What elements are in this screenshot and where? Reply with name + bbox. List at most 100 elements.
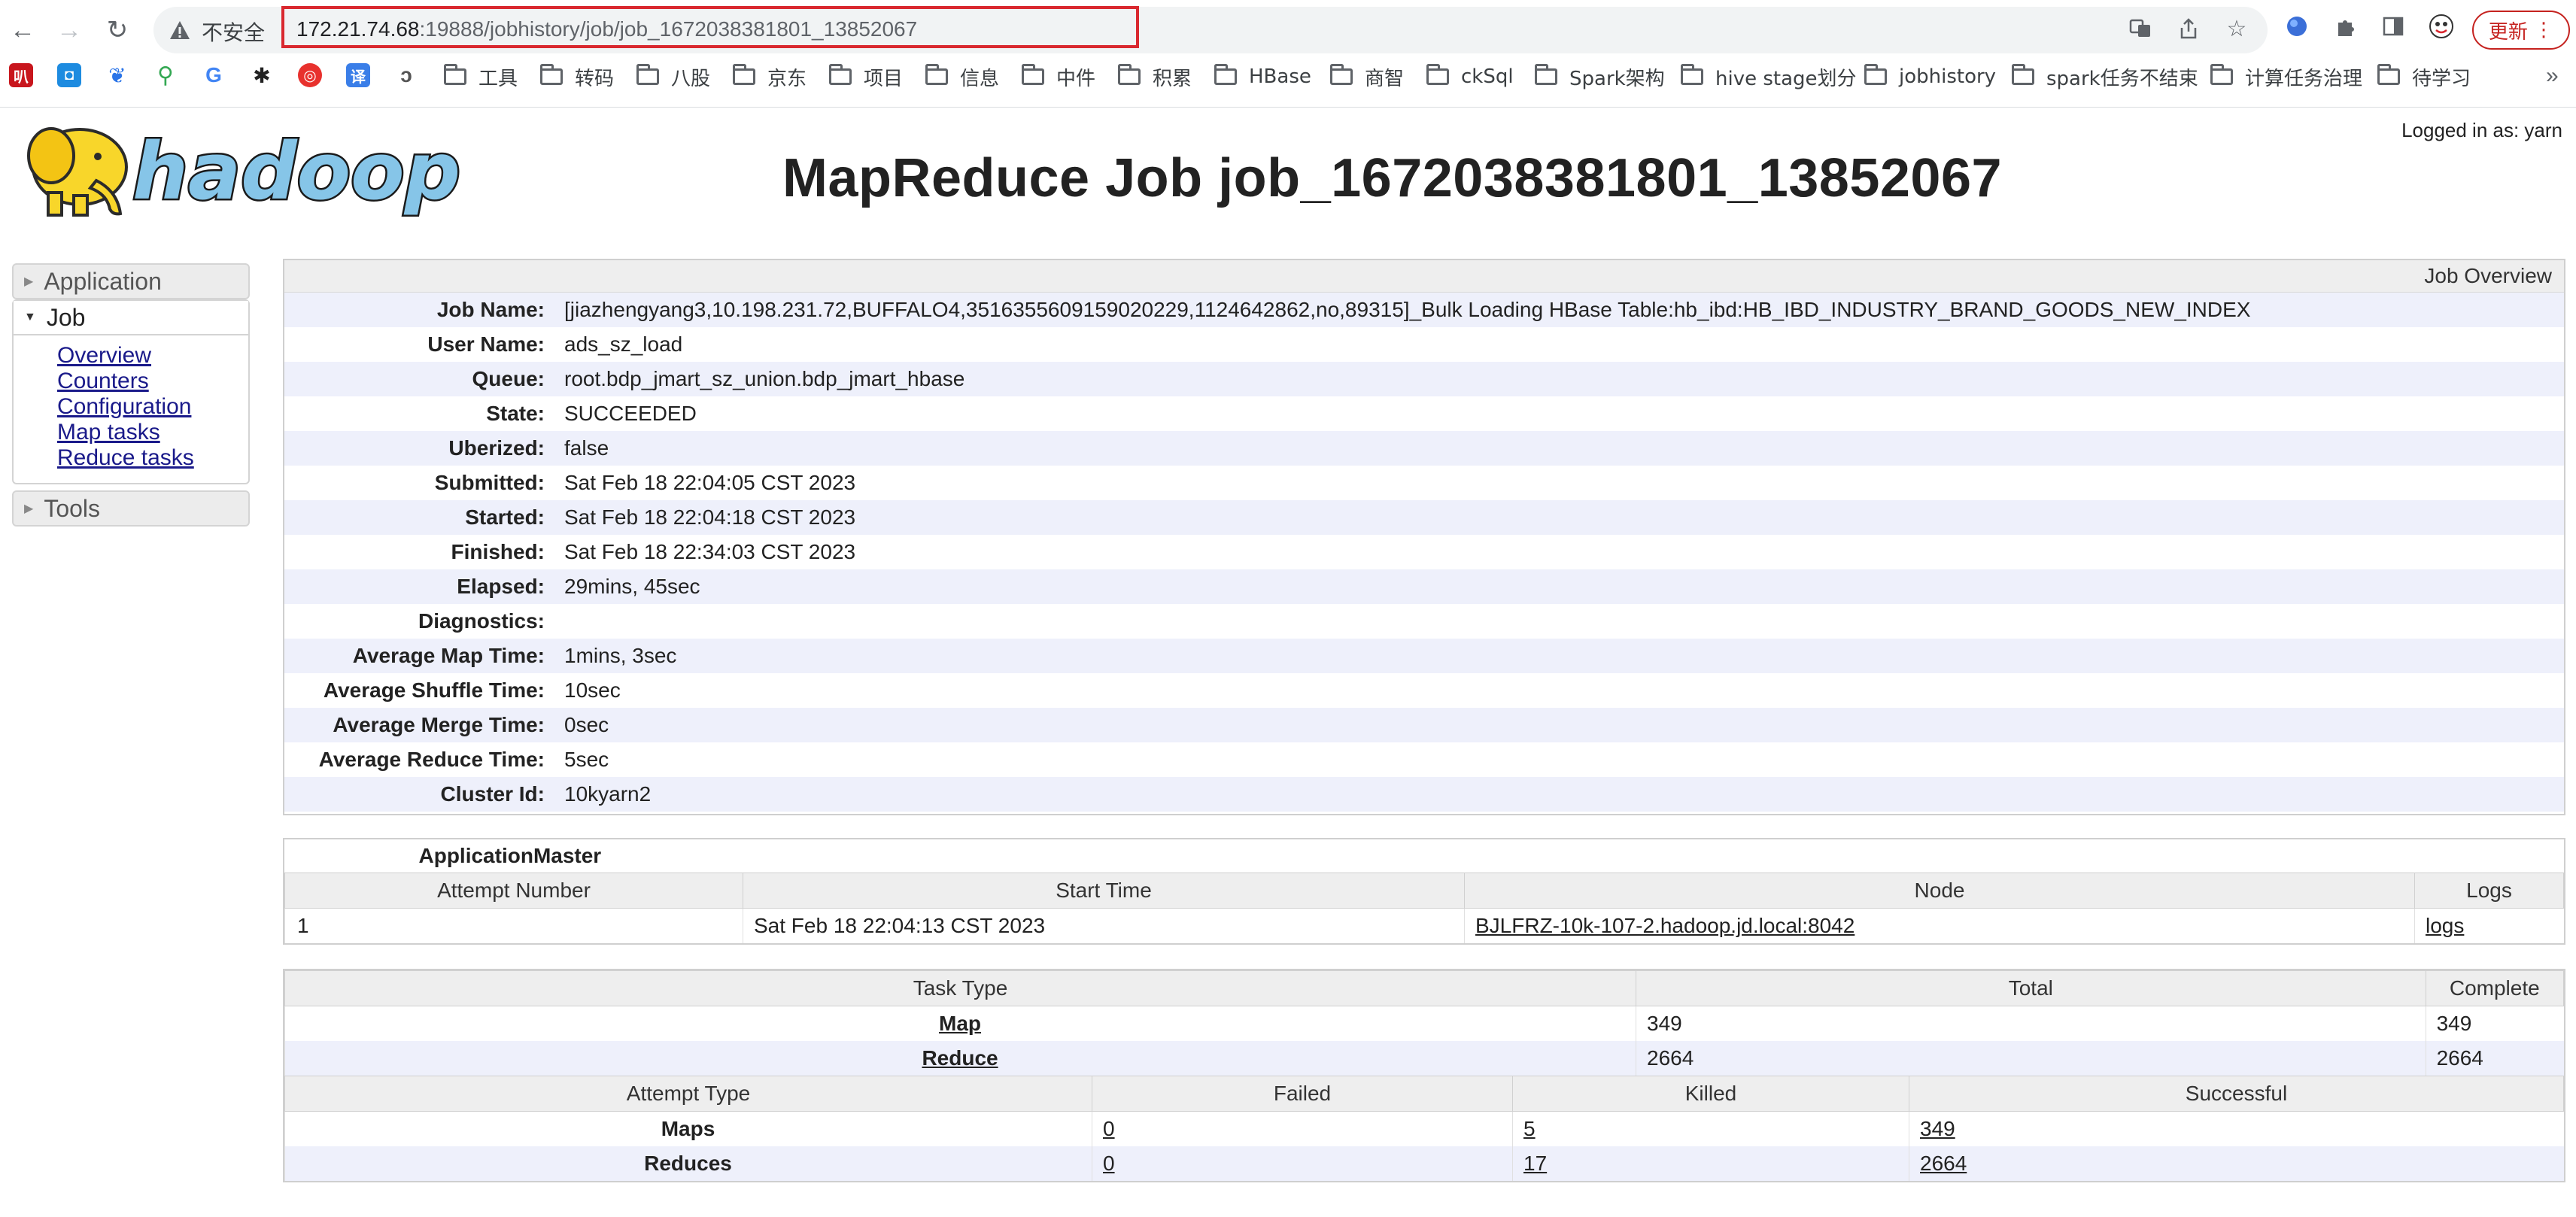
overview-row: Submitted: Sat Feb 18 22:04:05 CST 2023 — [284, 466, 2564, 500]
bookmarks-overflow-button[interactable]: » — [2546, 63, 2559, 89]
bookmark-star-icon[interactable]: ☆ — [2224, 16, 2249, 41]
elephant-icon — [27, 127, 128, 217]
task-type-map-link[interactable]: Map — [939, 1012, 981, 1035]
bookmark-folder[interactable]: 工具 — [444, 64, 518, 90]
bookmark-site-icon-1[interactable]: 叭 — [9, 63, 33, 87]
profile-avatar-icon[interactable] — [2429, 14, 2454, 39]
url-path: :19888/jobhistory/job/job_1672038381801_… — [419, 17, 918, 41]
folder-icon — [925, 64, 948, 85]
folder-icon — [444, 64, 466, 85]
nav-tools-label: Tools — [44, 494, 101, 522]
translate-icon[interactable] — [2128, 16, 2153, 41]
nav-head-application[interactable]: ▶ Application — [14, 265, 248, 298]
task-header-total: Total — [1636, 970, 2426, 1006]
overview-label: Average Map Time: — [352, 644, 545, 667]
side-panel-icon[interactable] — [2380, 14, 2406, 39]
bookmark-site-icon-6[interactable]: ↄ — [394, 63, 418, 87]
nav-link-counters[interactable]: Counters — [57, 369, 248, 394]
bookmark-folder[interactable]: spark任务不结束 — [2012, 64, 2198, 90]
page-title: MapReduce Job job_1672038381801_13852067 — [782, 148, 2003, 208]
am-attempt-number: 1 — [284, 908, 743, 943]
bookmark-folder[interactable]: 信息 — [925, 64, 999, 90]
overview-row: Queue: root.bdp_jmart_sz_union.bdp_jmart_… — [284, 362, 2564, 396]
expand-triangle-icon: ▶ — [24, 275, 34, 288]
am-header-start: Start Time — [743, 873, 1465, 909]
table-row: 1 Sat Feb 18 22:04:13 CST 2023 BJLFRZ-10… — [284, 908, 2564, 943]
update-button[interactable]: 更新 ⋮ — [2472, 11, 2570, 50]
overview-value: [jiazhengyang3,10.198.231.72,BUFFALO4,35… — [564, 298, 2251, 321]
overview-row: State: SUCCEEDED — [284, 396, 2564, 431]
overview-row: Average Reduce Time: 5sec — [284, 742, 2564, 777]
browser-toolbar: ← → ↻ 不安全 172.21.74.68:19888/jobhistory/… — [0, 0, 2576, 61]
nav-head-tools[interactable]: ▶ Tools — [14, 492, 248, 525]
address-bar[interactable]: 不安全 172.21.74.68:19888/jobhistory/job/jo… — [153, 6, 2268, 53]
overview-value: Sat Feb 18 22:04:18 CST 2023 — [564, 505, 856, 529]
bookmark-folder[interactable]: 计算任务治理 — [2210, 64, 2362, 90]
table-row: Maps 0 5 349 — [284, 1111, 2564, 1146]
bookmark-site-icon-5[interactable]: ◎ — [298, 63, 322, 87]
bookmark-folder[interactable]: 转码 — [540, 64, 614, 90]
task-type-reduce-link[interactable]: Reduce — [922, 1046, 998, 1070]
bookmark-folder[interactable]: HBase — [1214, 64, 1311, 89]
folder-icon — [1864, 64, 1887, 85]
not-secure-label[interactable]: 不安全 — [202, 17, 265, 47]
url-highlight-box: 172.21.74.68:19888/jobhistory/job/job_16… — [281, 6, 1139, 48]
bookmark-folder[interactable]: 商智 — [1330, 64, 1404, 90]
bookmark-folder[interactable]: ckSql — [1426, 64, 1514, 89]
extension-globe-icon[interactable] — [2284, 14, 2310, 39]
warning-icon[interactable] — [169, 19, 191, 41]
reduces-killed-link[interactable]: 17 — [1523, 1152, 1547, 1175]
nav-link-reduce-tasks[interactable]: Reduce tasks — [57, 445, 248, 471]
overview-label: Elapsed: — [457, 575, 545, 598]
maps-successful-link[interactable]: 349 — [1920, 1117, 1955, 1140]
job-overview-rows: Job Name: [jiazhengyang3,10.198.231.72,BU… — [284, 293, 2564, 812]
am-header-logs: Logs — [2414, 873, 2564, 909]
overview-row: Average Merge Time: 0sec — [284, 708, 2564, 742]
overview-row: Elapsed: 29mins, 45sec — [284, 569, 2564, 604]
bookmark-folder[interactable]: 中件 — [1022, 64, 1095, 90]
bookmark-folder[interactable]: 待学习 — [2377, 64, 2471, 90]
nav-link-configuration[interactable]: Configuration — [57, 394, 248, 420]
url-text[interactable]: 172.21.74.68:19888/jobhistory/job/job_16… — [296, 17, 917, 41]
extensions-puzzle-icon[interactable] — [2332, 14, 2358, 39]
folder-icon — [1118, 64, 1141, 85]
overview-value: 29mins, 45sec — [564, 575, 700, 598]
bookmark-google-icon[interactable]: G — [202, 63, 226, 87]
bookmark-folder[interactable]: Spark架构 — [1535, 64, 1665, 90]
reduces-successful-link[interactable]: 2664 — [1920, 1152, 1967, 1175]
share-icon[interactable] — [2176, 16, 2201, 41]
reduces-failed-link[interactable]: 0 — [1103, 1152, 1115, 1175]
nav-head-job[interactable]: ▼ Job — [14, 301, 248, 335]
maps-failed-link[interactable]: 0 — [1103, 1117, 1115, 1140]
back-icon[interactable]: ← — [5, 12, 41, 48]
reload-icon[interactable]: ↻ — [99, 12, 135, 48]
bookmark-folder[interactable]: 八股 — [636, 64, 710, 90]
bookmark-translate-icon[interactable]: 译 — [346, 63, 370, 87]
folder-icon — [1681, 64, 1703, 85]
overview-row: User Name: ads_sz_load — [284, 327, 2564, 362]
task-header-type: Task Type — [284, 970, 1637, 1006]
bookmark-folder[interactable]: 京东 — [733, 64, 807, 90]
nav-section-tools[interactable]: ▶ Tools — [12, 490, 250, 527]
bookmark-folder[interactable]: jobhistory — [1864, 64, 1996, 89]
bookmark-site-icon-3[interactable]: ❦ — [105, 63, 129, 87]
am-node-link[interactable]: BJLFRZ-10k-107-2.hadoop.jd.local:8042 — [1475, 914, 1855, 937]
bookmark-folder[interactable]: 项目 — [829, 64, 903, 90]
folder-icon — [1330, 64, 1353, 85]
am-logs-link[interactable]: logs — [2426, 914, 2464, 937]
bookmark-site-icon-4[interactable]: ✱ — [250, 63, 274, 87]
folder-icon — [2210, 64, 2233, 85]
bookmark-folder[interactable]: hive stage划分 — [1681, 64, 1857, 90]
overview-value: 1mins, 3sec — [564, 644, 677, 667]
maps-killed-link[interactable]: 5 — [1523, 1117, 1536, 1140]
bookmark-maps-icon[interactable]: ⚲ — [153, 63, 178, 88]
forward-icon[interactable]: → — [51, 12, 87, 48]
bookmark-site-icon-2[interactable]: ◘ — [57, 63, 81, 87]
nav-section-application[interactable]: ▶ Application — [12, 263, 250, 299]
hadoop-logo[interactable]: hadoop — [14, 114, 465, 227]
nav-application-label: Application — [44, 267, 162, 295]
nav-link-map-tasks[interactable]: Map tasks — [57, 420, 248, 445]
bookmark-folder[interactable]: 积累 — [1118, 64, 1192, 90]
nav-link-overview[interactable]: Overview — [57, 343, 248, 369]
overview-label: Job Name: — [436, 298, 545, 321]
